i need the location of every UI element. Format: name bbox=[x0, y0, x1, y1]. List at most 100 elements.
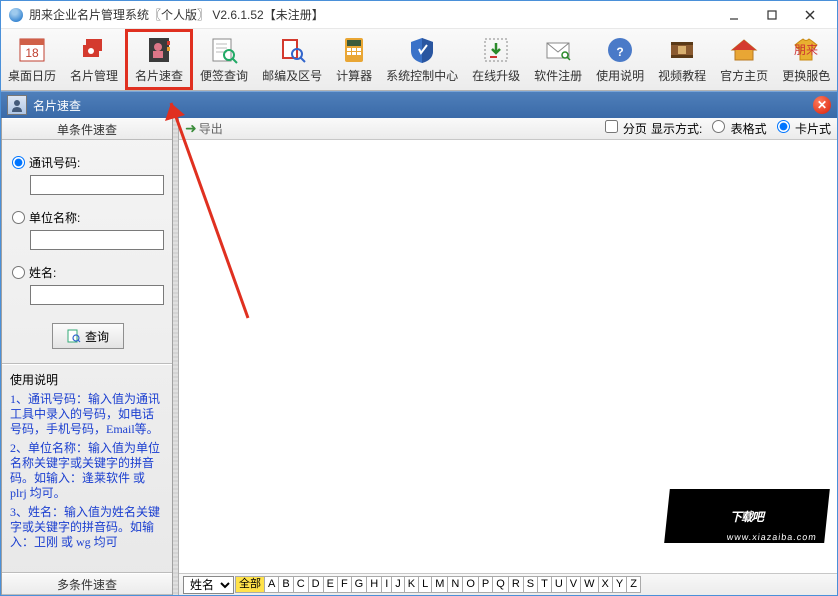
toolbar-label: 使用说明 bbox=[596, 67, 644, 84]
subwindow-title: 名片速查 bbox=[33, 97, 81, 114]
alpha-C[interactable]: C bbox=[293, 576, 309, 593]
toolbar-official-site[interactable]: 官方主页 bbox=[713, 29, 775, 90]
query-button[interactable]: 查询 bbox=[52, 323, 124, 349]
subwindow-header: 名片速查 ✕ bbox=[1, 91, 837, 118]
alpha-N[interactable]: N bbox=[447, 576, 463, 593]
toolbar-system-control[interactable]: 系统控制中心 bbox=[379, 29, 465, 90]
alpha-J[interactable]: J bbox=[391, 576, 405, 593]
export-arrow-icon: ➜ bbox=[185, 120, 197, 137]
alpha-all[interactable]: 全部 bbox=[235, 576, 265, 593]
view-card-radio[interactable]: 卡片式 bbox=[771, 120, 831, 137]
alpha-T[interactable]: T bbox=[537, 576, 552, 593]
calendar-icon: 18 bbox=[17, 35, 47, 65]
toolbar-online-upgrade[interactable]: 在线升级 bbox=[465, 29, 527, 90]
alpha-S[interactable]: S bbox=[523, 576, 538, 593]
alpha-K[interactable]: K bbox=[404, 576, 419, 593]
alpha-P[interactable]: P bbox=[478, 576, 493, 593]
window-controls bbox=[715, 1, 829, 29]
toolbar-label: 在线升级 bbox=[472, 67, 520, 84]
watermark: 下载吧 www.xiazaiba.com bbox=[664, 489, 830, 543]
display-label: 显示方式: bbox=[651, 120, 702, 137]
radio-phone-input[interactable] bbox=[12, 156, 25, 169]
export-label: 导出 bbox=[199, 120, 223, 137]
toolbar-label: 计算器 bbox=[336, 67, 372, 84]
alpha-E[interactable]: E bbox=[323, 576, 338, 593]
svg-text:?: ? bbox=[616, 45, 623, 59]
view-card-input[interactable] bbox=[777, 120, 790, 133]
toolbar-software-register[interactable]: 软件注册 bbox=[527, 29, 589, 90]
alpha-F[interactable]: F bbox=[337, 576, 352, 593]
subwindow-close-button[interactable]: ✕ bbox=[813, 96, 831, 114]
filter-field-select[interactable]: 姓名 bbox=[183, 576, 234, 594]
radio-name-input[interactable] bbox=[12, 266, 25, 279]
paging-checkbox-input[interactable] bbox=[605, 120, 618, 133]
alpha-D[interactable]: D bbox=[308, 576, 324, 593]
alpha-Y[interactable]: Y bbox=[612, 576, 627, 593]
query-label: 查询 bbox=[85, 328, 109, 345]
alpha-M[interactable]: M bbox=[431, 576, 448, 593]
alpha-Q[interactable]: Q bbox=[492, 576, 509, 593]
alpha-R[interactable]: R bbox=[508, 576, 524, 593]
toolbar-label: 名片速查 bbox=[135, 67, 183, 84]
app-icon bbox=[9, 8, 23, 22]
paging-checkbox[interactable]: 分页 bbox=[599, 120, 647, 137]
toolbar-video-tutorial[interactable]: 视频教程 bbox=[651, 29, 713, 90]
alpha-L[interactable]: L bbox=[418, 576, 432, 593]
svg-text:18: 18 bbox=[25, 46, 39, 60]
phone-input[interactable] bbox=[30, 175, 164, 195]
cards-icon bbox=[79, 35, 109, 65]
maximize-button[interactable] bbox=[753, 1, 791, 29]
radio-company[interactable]: 单位名称: bbox=[12, 209, 162, 226]
toolbar-label: 系统控制中心 bbox=[386, 67, 458, 84]
toolbar-postal-area[interactable]: 邮编及区号 bbox=[255, 29, 329, 90]
help-text: 1、通讯号码：输入值为通讯工具中录入的号码，如电话号码，手机号码，Email等。… bbox=[10, 392, 164, 550]
toolbar-card-manage[interactable]: 名片管理 bbox=[63, 29, 125, 90]
alpha-H[interactable]: H bbox=[366, 576, 382, 593]
content-filter-bar: 姓名 全部 ABCDEFGHIJKLMNOPQRSTUVWXYZ bbox=[179, 573, 837, 595]
toolbar-change-skin[interactable]: 朋来 更换服色 bbox=[775, 29, 837, 90]
tshirt-icon: 朋来 bbox=[791, 35, 821, 65]
alpha-W[interactable]: W bbox=[580, 576, 598, 593]
company-input[interactable] bbox=[30, 230, 164, 250]
main-toolbar: 18 桌面日历 名片管理 名片速查 便签查询 邮编及区号 计算器 系统控制中心 … bbox=[1, 29, 837, 91]
alpha-Z[interactable]: Z bbox=[626, 576, 641, 593]
alpha-X[interactable]: X bbox=[598, 576, 613, 593]
radio-phone[interactable]: 通讯号码: bbox=[12, 154, 162, 171]
export-button[interactable]: ➜ 导出 bbox=[185, 120, 223, 137]
alpha-B[interactable]: B bbox=[278, 576, 293, 593]
radio-company-input[interactable] bbox=[12, 211, 25, 224]
name-input[interactable] bbox=[30, 285, 164, 305]
alpha-G[interactable]: G bbox=[351, 576, 368, 593]
window-title: 朋来企业名片管理系统〖个人版〗 V2.6.1.52【未注册】 bbox=[29, 6, 715, 23]
content-body: 下载吧 www.xiazaiba.com bbox=[179, 140, 837, 573]
toolbar-label: 便签查询 bbox=[200, 67, 248, 84]
alpha-A[interactable]: A bbox=[264, 576, 279, 593]
svg-text:朋来: 朋来 bbox=[794, 43, 818, 57]
panel-multi-search[interactable]: 多条件速查 bbox=[2, 573, 172, 595]
note-search-icon bbox=[209, 35, 239, 65]
view-table-radio[interactable]: 表格式 bbox=[706, 120, 766, 137]
toolbar-usage-guide[interactable]: ? 使用说明 bbox=[589, 29, 651, 90]
view-table-input[interactable] bbox=[712, 120, 725, 133]
help-line-3: 3、姓名：输入值为姓名关键字或关键字的拼音码。如输入：卫刚 或 wg 均可 bbox=[10, 505, 164, 550]
radio-name[interactable]: 姓名: bbox=[12, 264, 162, 281]
sidebar: 单条件速查 通讯号码: 单位名称: 姓名: 查询 使用说明 1、通讯号码：输入值… bbox=[1, 118, 173, 595]
title-bar: 朋来企业名片管理系统〖个人版〗 V2.6.1.52【未注册】 bbox=[1, 1, 837, 29]
toolbar-calculator[interactable]: 计算器 bbox=[329, 29, 379, 90]
envelope-icon bbox=[543, 35, 573, 65]
toolbar-note-search[interactable]: 便签查询 bbox=[193, 29, 255, 90]
alpha-U[interactable]: U bbox=[551, 576, 567, 593]
toolbar-desktop-calendar[interactable]: 18 桌面日历 bbox=[1, 29, 63, 90]
help-title: 使用说明 bbox=[10, 371, 164, 388]
panel-single-search[interactable]: 单条件速查 bbox=[2, 118, 172, 140]
toolbar-card-quick-search[interactable]: 名片速查 bbox=[125, 29, 193, 90]
alpha-V[interactable]: V bbox=[566, 576, 581, 593]
alpha-O[interactable]: O bbox=[462, 576, 479, 593]
help-area: 使用说明 1、通讯号码：输入值为通讯工具中录入的号码，如电话号码，手机号码，Em… bbox=[2, 364, 172, 573]
main-area: 单条件速查 通讯号码: 单位名称: 姓名: 查询 使用说明 1、通讯号码：输入值… bbox=[1, 118, 837, 595]
close-button[interactable] bbox=[791, 1, 829, 29]
minimize-button[interactable] bbox=[715, 1, 753, 29]
content-area: ➜ 导出 分页 显示方式: 表格式 卡片式 下载吧 www.xiazaiba.c… bbox=[179, 118, 837, 595]
toolbar-label: 桌面日历 bbox=[8, 67, 56, 84]
toolbar-label: 名片管理 bbox=[70, 67, 118, 84]
